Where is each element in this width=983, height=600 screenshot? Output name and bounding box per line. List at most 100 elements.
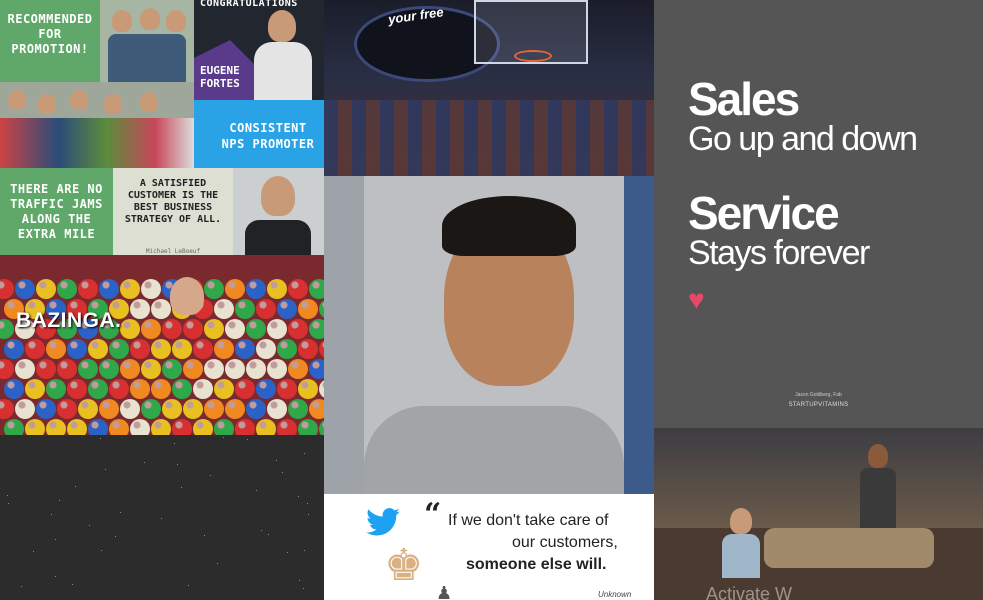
- star: [75, 486, 76, 487]
- ball: [120, 359, 140, 379]
- ball: [298, 299, 318, 319]
- ball: [109, 419, 129, 435]
- ball: [162, 399, 182, 419]
- ball: [172, 339, 192, 359]
- ball: [183, 319, 203, 339]
- couch: [764, 528, 934, 568]
- star: [304, 453, 305, 454]
- ball: [298, 379, 318, 399]
- ball: [151, 339, 171, 359]
- ball: [25, 379, 45, 399]
- ball: [15, 359, 35, 379]
- brand-label: STARTUPVITAMINS: [788, 402, 849, 408]
- ball: [277, 339, 297, 359]
- ball: [277, 299, 297, 319]
- star: [174, 443, 175, 444]
- dark-starry-background: [0, 435, 324, 600]
- ball: [141, 319, 161, 339]
- ball: [151, 419, 171, 435]
- ball: [151, 379, 171, 399]
- ball: [172, 379, 192, 399]
- ball: [88, 339, 108, 359]
- ball: [288, 279, 308, 299]
- ball: [225, 319, 245, 339]
- star: [51, 514, 52, 515]
- quote-line-2: our customers,: [512, 534, 618, 551]
- ball: [309, 359, 324, 379]
- basketball-arena-photo: your free: [324, 0, 654, 176]
- chess-king-icon: ♚: [384, 541, 424, 590]
- ball: [0, 319, 14, 339]
- ball: [130, 379, 150, 399]
- star: [210, 475, 211, 476]
- ball: [15, 399, 35, 419]
- star: [287, 552, 288, 553]
- ball: [46, 419, 66, 435]
- ball: [204, 399, 224, 419]
- star: [223, 437, 224, 438]
- ball: [193, 339, 213, 359]
- star: [268, 534, 269, 535]
- star: [303, 588, 304, 589]
- ball: [256, 419, 276, 435]
- ball: [88, 379, 108, 399]
- ball: [151, 299, 171, 319]
- sales-subheading: Go up and down: [688, 120, 918, 158]
- bazinga-text: BAZINGA.: [16, 309, 122, 332]
- ball: [120, 319, 140, 339]
- ball: [130, 419, 150, 435]
- ball: [99, 399, 119, 419]
- ball: [141, 359, 161, 379]
- star: [261, 530, 262, 531]
- ball: [78, 279, 98, 299]
- customer-quote-card: A SATISFIED CUSTOMER IS THE BEST BUSINES…: [113, 168, 233, 255]
- star: [101, 550, 102, 551]
- ball: [183, 399, 203, 419]
- ball: [309, 399, 324, 419]
- star: [204, 535, 205, 536]
- ball: [309, 279, 324, 299]
- ball: [246, 399, 266, 419]
- ball: [57, 279, 77, 299]
- star: [33, 551, 34, 552]
- promotion-card: RECOMMENDED FOR PROMOTION!: [0, 0, 100, 82]
- customer-quote-text: A SATISFIED CUSTOMER IS THE BEST BUSINES…: [124, 178, 222, 225]
- service-heading: Service: [688, 187, 840, 239]
- ball: [267, 279, 287, 299]
- tv-show-still: Activate W: [654, 428, 983, 600]
- congrats-title: CONGRATULATIONS: [200, 0, 298, 9]
- ball: [46, 339, 66, 359]
- ball: [288, 399, 308, 419]
- star: [100, 438, 101, 439]
- ball: [67, 339, 87, 359]
- ball: [172, 419, 192, 435]
- ball: [235, 299, 255, 319]
- traffic-card: THERE ARE NO TRAFFIC JAMS ALONG THE EXTR…: [0, 168, 113, 255]
- ball: [0, 399, 14, 419]
- ball: [225, 399, 245, 419]
- star: [247, 439, 248, 440]
- star: [276, 460, 277, 461]
- chess-pawn-icon: ♟: [436, 583, 453, 600]
- ball: [204, 359, 224, 379]
- ball: [204, 279, 224, 299]
- ball: [109, 379, 129, 399]
- ball: [88, 419, 108, 435]
- ball: [78, 359, 98, 379]
- penny-figure: [730, 508, 752, 534]
- ball: [267, 319, 287, 339]
- star: [299, 580, 300, 581]
- ball: [277, 379, 297, 399]
- promotion-collage: RECOMMENDED FOR PROMOTION! CONGRATULATIO…: [0, 0, 324, 255]
- ball: [288, 319, 308, 339]
- ball: [36, 399, 56, 419]
- ball: [214, 299, 234, 319]
- employee-portrait: [268, 10, 296, 42]
- star: [120, 512, 121, 513]
- star: [307, 503, 308, 504]
- service-subheading: Stays forever: [688, 234, 870, 272]
- quote-credit: Jason Goldberg, Fab: [795, 392, 842, 398]
- ball: [256, 339, 276, 359]
- ball: [15, 279, 35, 299]
- hair: [442, 196, 576, 256]
